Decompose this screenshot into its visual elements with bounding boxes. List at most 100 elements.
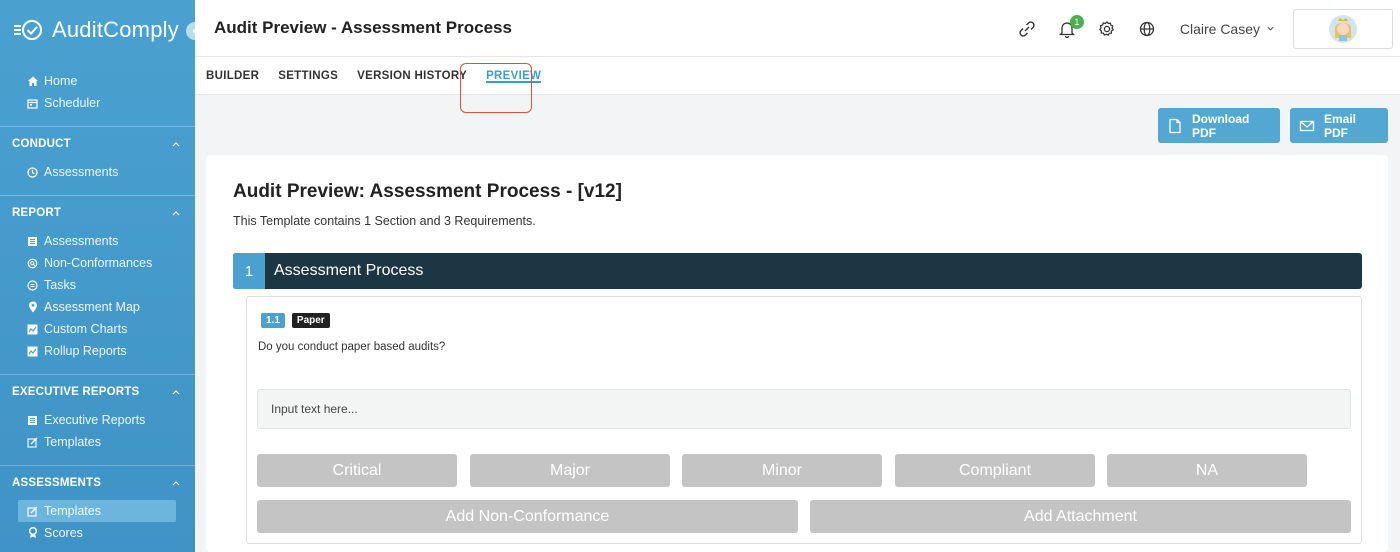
tasks-icon (26, 279, 39, 292)
sidebar-section-toggle[interactable]: EXECUTIVE REPORTS (0, 375, 195, 409)
user-menu[interactable]: Claire Casey (1180, 21, 1275, 37)
sidebar-item-tasks[interactable]: Tasks (0, 274, 195, 296)
map-pin-icon (26, 301, 39, 314)
chevron-down-icon (1267, 26, 1274, 31)
tab-settings[interactable]: SETTINGS (278, 57, 338, 95)
sidebar-item-label: Assessments (44, 165, 119, 179)
download-pdf-button[interactable]: Download PDF (1158, 108, 1280, 143)
preview-content: Audit Preview: Assessment Process - [v12… (206, 155, 1388, 552)
sidebar-item-rollup-reports[interactable]: Rollup Reports (0, 340, 195, 362)
sidebar-section-toggle[interactable]: CONDUCT (0, 127, 195, 161)
requirement-badges: 1.1 Paper (261, 313, 330, 328)
section-title: REPORT (12, 207, 62, 219)
tab-builder[interactable]: BUILDER (206, 57, 259, 95)
section-name: Assessment Process (274, 262, 424, 279)
chevron-up-icon (172, 211, 180, 216)
option-minor-button[interactable]: Minor (682, 454, 882, 487)
home-icon (26, 75, 39, 88)
calendar-icon (26, 97, 39, 110)
sidebar-section-assessments: ASSESSMENTS Templates Scores (0, 465, 195, 544)
sidebar-item-exec-templates[interactable]: Templates (0, 431, 195, 453)
chevron-up-icon (172, 481, 180, 486)
sidebar-item-label: Home (44, 74, 78, 88)
list-icon (26, 414, 39, 427)
tab-version-history[interactable]: VERSION HISTORY (357, 57, 467, 95)
chevron-up-icon (172, 142, 180, 147)
user-name: Claire Casey (1179, 20, 1260, 37)
sidebar-item-label: Templates (44, 435, 101, 449)
sidebar-section-executive-reports: EXECUTIVE REPORTS Executive Reports Temp… (0, 374, 195, 453)
collapse-sidebar-button[interactable] (186, 22, 195, 40)
add-attachment-button[interactable]: Add Attachment (810, 500, 1351, 533)
award-icon (26, 527, 39, 540)
sidebar-item-label: Templates (44, 504, 101, 518)
document-summary: This Template contains 1 Section and 3 R… (233, 214, 536, 228)
sidebar-item-home[interactable]: Home (0, 70, 195, 92)
sidebar-item-conduct-assessments[interactable]: Assessments (0, 161, 195, 183)
notification-badge: 1 (1069, 14, 1084, 29)
sidebar-section-conduct: CONDUCT Assessments (0, 126, 195, 183)
gear-icon[interactable] (1096, 18, 1118, 40)
edit-icon (26, 505, 39, 518)
sidebar-item-label: Rollup Reports (44, 344, 127, 358)
sidebar-item-label: Scores (44, 526, 83, 540)
sidebar-item-custom-charts[interactable]: Custom Charts (0, 318, 195, 340)
sidebar-item-label: Assessments (44, 234, 119, 248)
file-icon (1167, 118, 1183, 134)
sidebar-item-non-conformances[interactable]: Non-Conformances (0, 252, 195, 274)
sidebar-item-report-assessments[interactable]: Assessments (0, 230, 195, 252)
link-icon[interactable] (1016, 18, 1038, 40)
sidebar-item-executive-reports[interactable]: Executive Reports (0, 409, 195, 431)
tab-bar: BUILDER SETTINGS VERSION HISTORY PREVIEW (195, 57, 1400, 95)
page-title: Audit Preview - Assessment Process (214, 18, 512, 37)
add-non-conformance-button[interactable]: Add Non-Conformance (257, 500, 798, 533)
top-bar: Audit Preview - Assessment Process 1 Cla… (195, 0, 1400, 57)
sidebar-item-assessment-map[interactable]: Assessment Map (0, 296, 195, 318)
section-number: 1 (233, 253, 265, 289)
option-na-button[interactable]: NA (1107, 454, 1307, 487)
brand[interactable]: AuditComply (0, 0, 195, 60)
sidebar-item-scores[interactable]: Scores (0, 522, 195, 544)
section-title: CONDUCT (12, 138, 71, 150)
sidebar-item-label: Non-Conformances (44, 256, 153, 270)
requirement-tag-badge: Paper (291, 313, 330, 328)
requirement-card: 1.1 Paper Do you conduct paper based aud… (246, 296, 1362, 544)
search-icon (26, 257, 39, 270)
document-title: Audit Preview: Assessment Process - [v12… (233, 181, 622, 202)
sidebar-item-scheduler[interactable]: Scheduler (0, 92, 195, 114)
sidebar: AuditComply Home Scheduler CONDUCT Asses… (0, 0, 195, 552)
bell-icon[interactable]: 1 (1056, 14, 1084, 40)
chart-icon (26, 345, 39, 358)
response-text-input[interactable] (257, 389, 1351, 429)
sidebar-item-templates[interactable]: Templates (18, 500, 176, 522)
brand-name: AuditComply (52, 17, 179, 42)
sidebar-item-label: Scheduler (44, 96, 101, 110)
email-pdf-button[interactable]: Email PDF (1290, 108, 1388, 143)
sidebar-item-label: Tasks (44, 278, 76, 292)
section-title: ASSESSMENTS (12, 477, 102, 489)
sidebar-item-label: Assessment Map (44, 300, 140, 314)
chart-icon (26, 323, 39, 336)
top-bar-actions: 1 Claire Casey (1016, 0, 1400, 57)
section-title: EXECUTIVE REPORTS (12, 386, 140, 398)
requirement-question: Do you conduct paper based audits? (258, 341, 446, 353)
logo-check-icon (14, 18, 48, 42)
option-compliant-button[interactable]: Compliant (895, 454, 1095, 487)
mail-icon (1299, 118, 1315, 134)
email-pdf-label: Email PDF (1324, 111, 1357, 140)
sidebar-section-toggle[interactable]: ASSESSMENTS (0, 466, 195, 500)
option-major-button[interactable]: Major (470, 454, 670, 487)
edit-icon (26, 436, 39, 449)
tab-preview[interactable]: PREVIEW (486, 57, 542, 95)
sidebar-section-toggle[interactable]: REPORT (0, 196, 195, 230)
sidebar-section-report: REPORT Assessments Non-Conformances Task… (0, 195, 195, 362)
sidebar-item-label: Executive Reports (44, 413, 146, 427)
globe-icon[interactable] (1136, 18, 1158, 40)
download-pdf-label: Download PDF (1192, 111, 1250, 140)
avatar[interactable] (1293, 8, 1393, 49)
option-critical-button[interactable]: Critical (257, 454, 457, 487)
clock-icon (26, 166, 39, 179)
list-icon (26, 235, 39, 248)
chevron-up-icon (172, 390, 180, 395)
sidebar-item-label: Custom Charts (44, 322, 128, 336)
